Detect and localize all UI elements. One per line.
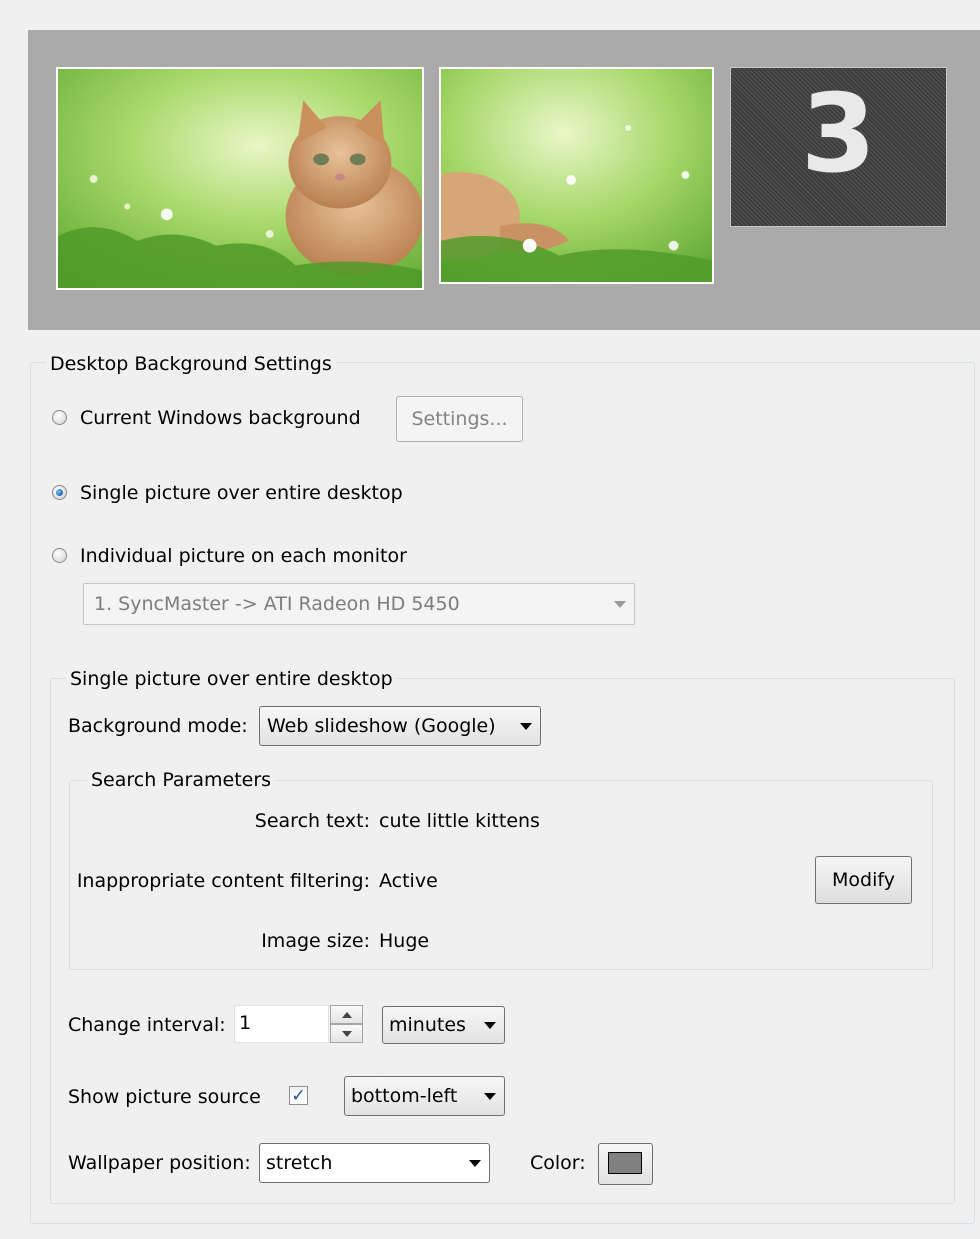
monitor-3-number: 3 xyxy=(800,72,877,197)
wallpaper-position-select[interactable]: stretch xyxy=(259,1143,490,1183)
background-mode-value: Web slideshow (Google) xyxy=(267,715,496,737)
show-picture-source-label: Show picture source xyxy=(68,1086,261,1108)
search-parameters-title: Search Parameters xyxy=(87,768,276,792)
individual-picture-label[interactable]: Individual picture on each monitor xyxy=(80,544,407,568)
monitor-3-preview[interactable]: 3 xyxy=(730,67,947,227)
chevron-down-icon xyxy=(484,1093,496,1100)
image-size-value: Huge xyxy=(379,930,430,952)
monitor-select[interactable]: 1. SyncMaster -> ATI Radeon HD 5450 xyxy=(83,583,635,625)
arrow-down-icon xyxy=(341,1030,352,1037)
color-picker-button[interactable] xyxy=(598,1143,653,1185)
individual-picture-radio[interactable] xyxy=(52,548,67,563)
single-picture-radio[interactable] xyxy=(52,485,67,500)
desktop-background-settings-title: Desktop Background Settings xyxy=(46,352,336,376)
chevron-down-icon xyxy=(469,1160,481,1167)
show-picture-source-checkbox[interactable]: ✓ xyxy=(289,1085,308,1106)
image-size-label: Image size: xyxy=(261,930,370,952)
content-filtering-value: Active xyxy=(379,870,438,892)
monitor-select-value: 1. SyncMaster -> ATI Radeon HD 5450 xyxy=(94,593,460,615)
arrow-up-icon xyxy=(341,1011,352,1018)
search-text-value: cute little kittens xyxy=(379,810,540,832)
chevron-down-icon xyxy=(614,601,626,608)
settings-button[interactable]: Settings... xyxy=(396,396,523,442)
modify-button[interactable]: Modify xyxy=(815,856,912,904)
monitor-preview: 3 xyxy=(28,30,980,330)
monitor-1-preview[interactable] xyxy=(56,67,424,290)
background-mode-select[interactable]: Web slideshow (Google) xyxy=(259,706,541,746)
monitor-2-preview[interactable] xyxy=(439,67,714,284)
search-text-label: Search text: xyxy=(254,810,370,832)
checkmark-icon: ✓ xyxy=(291,1085,306,1106)
color-swatch xyxy=(608,1152,642,1174)
picture-source-position-select[interactable]: bottom-left xyxy=(344,1076,505,1116)
interval-unit-select[interactable]: minutes xyxy=(382,1006,505,1044)
single-picture-label[interactable]: Single picture over entire desktop xyxy=(80,481,403,505)
current-windows-background-radio[interactable] xyxy=(52,410,67,425)
color-label: Color: xyxy=(530,1152,586,1174)
content-filtering-label: Inappropriate content filtering: xyxy=(76,870,370,892)
interval-unit-value: minutes xyxy=(389,1014,466,1036)
interval-down-button[interactable] xyxy=(330,1024,363,1043)
wallpaper-position-label: Wallpaper position: xyxy=(68,1152,251,1174)
background-mode-label: Background mode: xyxy=(68,715,248,737)
interval-up-button[interactable] xyxy=(330,1005,363,1024)
change-interval-label: Change interval: xyxy=(68,1014,226,1036)
picture-source-position-value: bottom-left xyxy=(351,1085,458,1107)
change-interval-input[interactable]: 1 xyxy=(234,1005,329,1043)
wallpaper-position-value: stretch xyxy=(266,1152,333,1174)
kitten-wallpaper-left xyxy=(58,69,422,288)
chevron-down-icon xyxy=(520,723,532,730)
chevron-down-icon xyxy=(484,1022,496,1029)
current-windows-background-label[interactable]: Current Windows background xyxy=(80,406,361,430)
single-picture-group-title: Single picture over entire desktop xyxy=(66,667,397,691)
kitten-wallpaper-right xyxy=(441,69,712,282)
